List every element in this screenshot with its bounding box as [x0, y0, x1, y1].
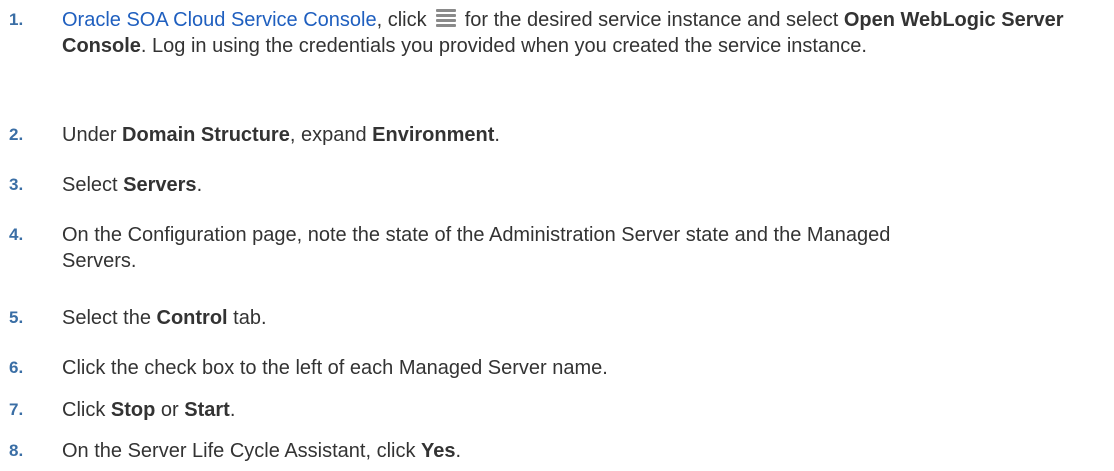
- step-text: Select the Control tab.: [62, 305, 1108, 331]
- step-text-part: On the Server Life Cycle Assistant, clic…: [62, 440, 422, 462]
- step-text-part: or: [155, 399, 185, 421]
- step-number: 8.: [9, 441, 24, 460]
- step-text-part: .: [455, 440, 462, 462]
- step-text: Click Stop or Start.: [62, 397, 1108, 423]
- step-number: 3.: [9, 175, 24, 194]
- soa-cloud-console-link[interactable]: Oracle SOA Cloud Service Console: [62, 9, 377, 31]
- step-text: On the Server Life Cycle Assistant, clic…: [62, 438, 1108, 464]
- step-number: 5.: [9, 308, 24, 327]
- step-number: 7.: [9, 400, 24, 419]
- step-text-part: tab.: [227, 307, 267, 329]
- step-text-part: Click: [62, 399, 111, 421]
- step-text: Oracle SOA Cloud Service Console, click …: [62, 7, 1108, 59]
- step-text-part: Select the: [62, 307, 157, 329]
- start-label: Start: [184, 399, 230, 421]
- servers-label: Servers: [123, 174, 197, 196]
- step-text-part: .: [494, 124, 500, 146]
- stop-label: Stop: [110, 399, 156, 421]
- step-text: On the Configuration page, note the stat…: [62, 224, 891, 272]
- step-number: 4.: [9, 225, 24, 244]
- step-number: 1.: [9, 10, 24, 29]
- step-text-part: , click: [376, 9, 433, 31]
- step-text: Under Domain Structure, expand Environme…: [62, 122, 1108, 148]
- step-number: 6.: [9, 358, 24, 377]
- step-text-part: Select: [62, 174, 124, 196]
- step-text-part: Under: [62, 124, 123, 146]
- step-text-part: .: [229, 399, 236, 421]
- hamburger-menu-icon[interactable]: [435, 7, 457, 29]
- step-text-part: .: [196, 174, 203, 196]
- yes-label: Yes: [421, 440, 456, 462]
- step-text-part: . Log in using the credentials you provi…: [140, 35, 867, 57]
- step-number: 2.: [9, 125, 24, 144]
- domain-structure-label: Domain Structure: [122, 124, 290, 146]
- step-text: Click the check box to the left of each …: [62, 357, 608, 379]
- step-text: Select Servers.: [62, 172, 1108, 198]
- step-text-part: , expand: [289, 124, 373, 146]
- control-tab-label: Control: [156, 307, 228, 329]
- environment-label: Environment: [372, 124, 495, 146]
- step-text-part: for the desired service instance and sel…: [459, 9, 844, 31]
